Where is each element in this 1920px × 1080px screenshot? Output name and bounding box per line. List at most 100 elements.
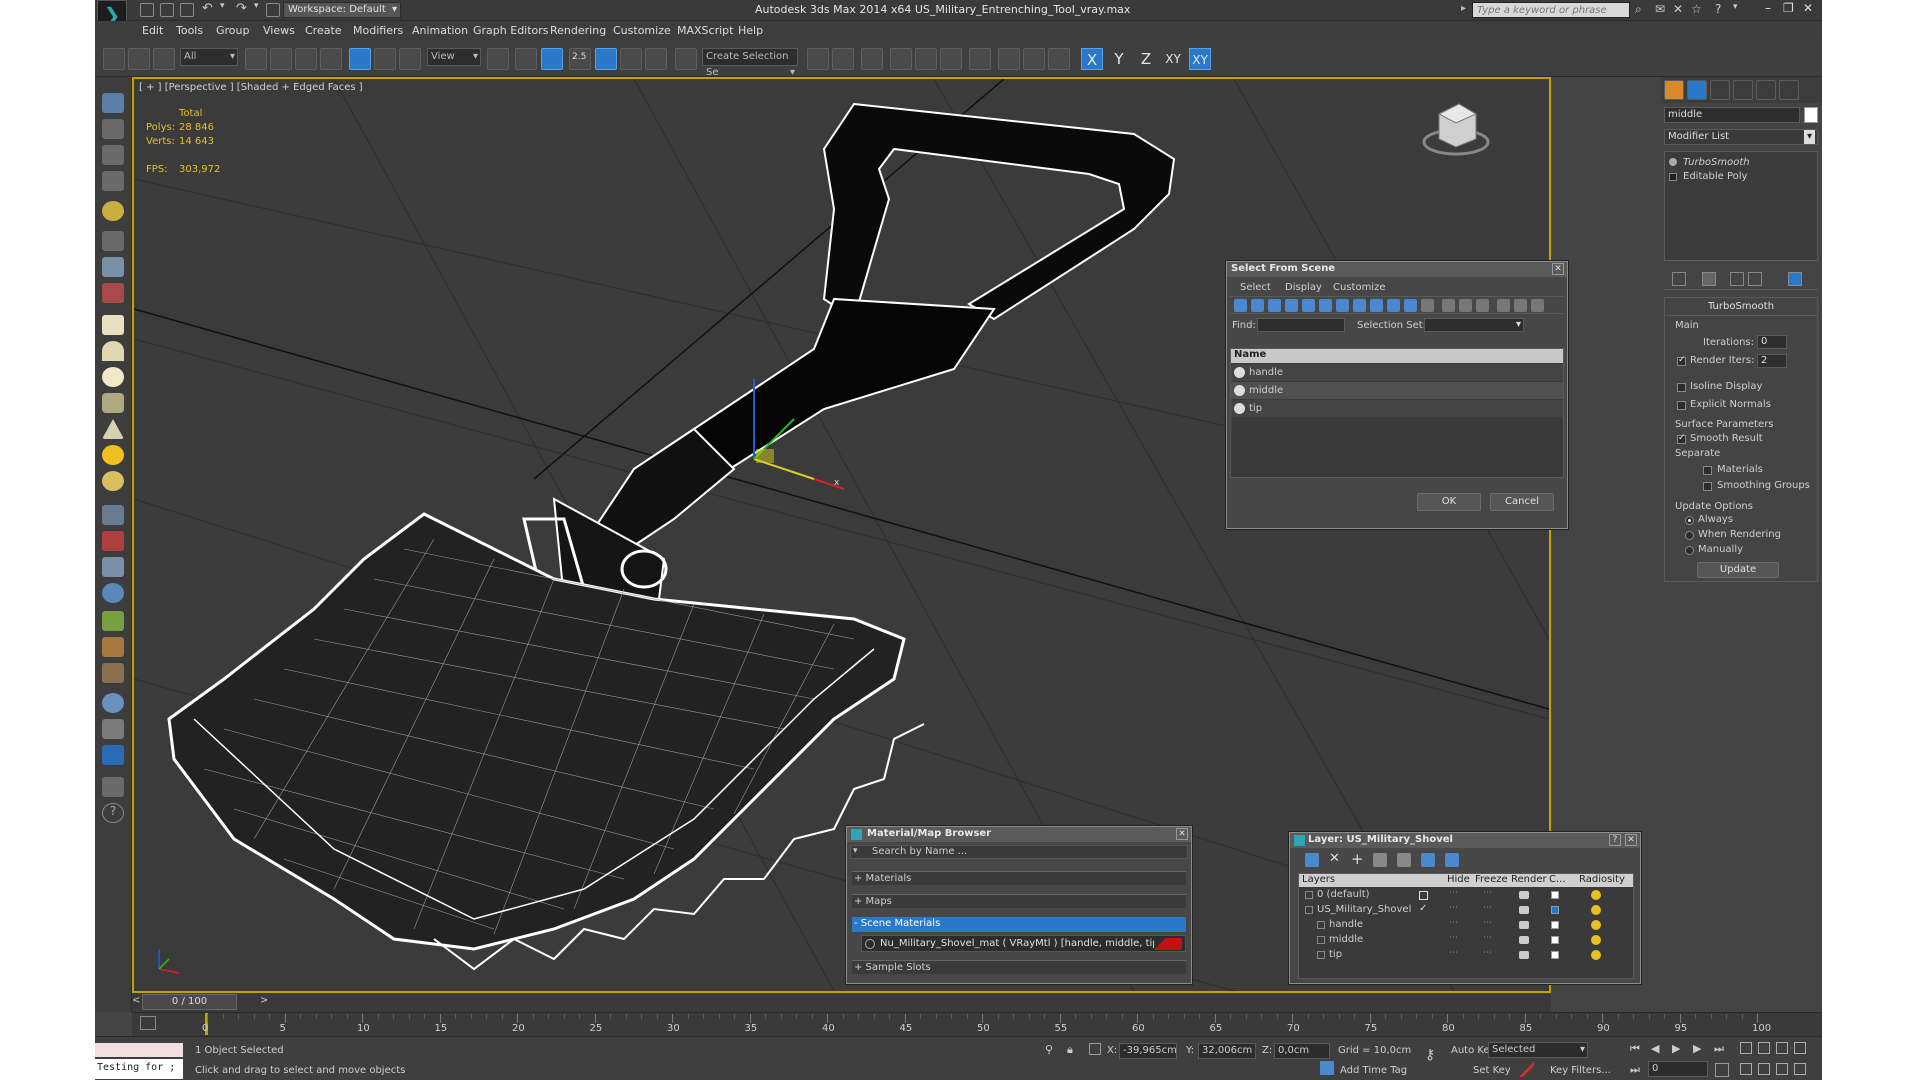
- spinner-snap-icon[interactable]: [645, 48, 667, 70]
- display-frozen-icon[interactable]: [1404, 299, 1417, 312]
- scene-explorer-icon[interactable]: [102, 119, 124, 139]
- render-teapot-icon[interactable]: [1519, 921, 1529, 929]
- help-dropdown-icon[interactable]: ▾: [1733, 2, 1738, 12]
- layer-color-swatch[interactable]: [1551, 921, 1559, 929]
- pin-stack-icon[interactable]: [1672, 272, 1686, 286]
- search-arrow-icon[interactable]: ▸: [1461, 3, 1466, 14]
- layer-row[interactable]: handle ⋯ ⋯: [1299, 918, 1633, 933]
- select-by-name-icon[interactable]: [270, 48, 292, 70]
- help-icon[interactable]: ?: [1609, 834, 1621, 846]
- close-icon[interactable]: ✕: [1176, 828, 1188, 840]
- time-slider-thumb[interactable]: 0 / 100: [142, 994, 237, 1010]
- axis-z-button[interactable]: Z: [1135, 48, 1157, 70]
- axis-xy-cycle-button[interactable]: XY: [1189, 48, 1211, 70]
- menu-maxscript[interactable]: MAXScript: [677, 24, 733, 37]
- time-tag-icon[interactable]: [1320, 1061, 1334, 1075]
- update-always-radio[interactable]: [1685, 516, 1694, 525]
- current-frame-field[interactable]: 0: [1648, 1061, 1708, 1077]
- help-search-input[interactable]: Type a keyword or phrase: [1472, 2, 1630, 18]
- display-groups-icon[interactable]: [1336, 299, 1349, 312]
- display-geometry-icon[interactable]: [1234, 299, 1247, 312]
- render-iters-checkbox[interactable]: [1677, 355, 1686, 366]
- layers-column-header[interactable]: Layers: [1302, 874, 1335, 885]
- menu-graph-editors[interactable]: Graph Editors: [473, 24, 549, 37]
- name-column-header[interactable]: Name: [1231, 349, 1563, 363]
- freeze-toggle-icon[interactable]: ⋯: [1483, 948, 1492, 958]
- display-helpers-icon[interactable]: [1302, 299, 1315, 312]
- time-configuration-icon[interactable]: [1715, 1063, 1729, 1077]
- select-object-icon[interactable]: [245, 48, 267, 70]
- display-all-icon[interactable]: [1442, 299, 1455, 312]
- display-spacewarps-icon[interactable]: [1319, 299, 1332, 312]
- layer-color-swatch[interactable]: [1551, 891, 1559, 899]
- viewport-layout-icon[interactable]: [102, 93, 124, 113]
- particle-icon[interactable]: [102, 505, 124, 525]
- mini-curve-editor-icon[interactable]: [140, 1016, 156, 1030]
- reference-coordinate-dropdown[interactable]: View ▾: [427, 48, 481, 66]
- globe-icon[interactable]: [102, 583, 124, 603]
- zoom-icon[interactable]: [1740, 1042, 1752, 1054]
- hierarchy-tab-icon[interactable]: [1710, 80, 1730, 100]
- add-time-tag-button[interactable]: Add Time Tag: [1340, 1065, 1407, 1076]
- z-coord-field[interactable]: 0,0cm: [1274, 1043, 1330, 1059]
- layer-row[interactable]: middle ⋯ ⋯: [1299, 933, 1633, 948]
- rectangular-selection-icon[interactable]: [295, 48, 317, 70]
- render-teapot-icon[interactable]: [1519, 951, 1529, 959]
- sample-slots-group[interactable]: + Sample Slots: [852, 960, 1186, 974]
- help-icon[interactable]: ?: [1715, 2, 1721, 16]
- next-frame-icon[interactable]: ▶: [1693, 1042, 1701, 1055]
- maximize-viewport-icon[interactable]: [1794, 1063, 1806, 1075]
- update-button[interactable]: Update: [1697, 562, 1779, 578]
- isoline-display-checkbox[interactable]: [1677, 383, 1686, 392]
- render-iters-spinner[interactable]: 2: [1757, 354, 1787, 368]
- time-slider[interactable]: < 0 / 100 >: [132, 993, 1551, 1012]
- close-icon[interactable]: ✕: [1625, 834, 1637, 846]
- motion-tab-icon[interactable]: [1733, 80, 1753, 100]
- radiosity-bulb-icon[interactable]: [1591, 905, 1601, 915]
- play-icon[interactable]: ▶: [1672, 1042, 1680, 1055]
- select-dialog-title[interactable]: Select From Scene: [1227, 262, 1567, 277]
- hide-toggle-icon[interactable]: ⋯: [1449, 918, 1458, 928]
- scene-material-item[interactable]: Nu_Military_Shovel_mat ( VRayMtl ) [hand…: [861, 935, 1186, 952]
- favorites-star-icon[interactable]: ☆: [1691, 2, 1702, 16]
- display-none-icon[interactable]: [1459, 299, 1472, 312]
- scene-materials-group[interactable]: - Scene Materials: [852, 917, 1186, 932]
- menu-animation[interactable]: Animation: [412, 24, 468, 37]
- material-editor-icon[interactable]: [969, 48, 991, 70]
- maps-group[interactable]: + Maps: [852, 894, 1186, 908]
- freeze-column-header[interactable]: Freeze: [1475, 874, 1508, 885]
- update-when-rendering-radio[interactable]: [1685, 531, 1694, 540]
- select-and-rotate-icon[interactable]: [374, 48, 396, 70]
- go-to-start-icon[interactable]: ⏮: [1630, 1042, 1640, 1056]
- set-key-icon[interactable]: [1520, 1063, 1534, 1077]
- snaps-toggle-icon[interactable]: 2.5: [569, 48, 591, 70]
- display-xrefs-icon[interactable]: [1353, 299, 1366, 312]
- separate-materials-checkbox[interactable]: [1703, 466, 1712, 475]
- radiosity-bulb-icon[interactable]: [1591, 890, 1601, 900]
- angle-snap-icon[interactable]: [595, 48, 617, 70]
- go-to-end-icon[interactable]: ⏭: [1714, 1042, 1724, 1056]
- render-teapot-icon[interactable]: [1519, 906, 1529, 914]
- render-teapot-icon[interactable]: [1519, 891, 1529, 899]
- hair-icon[interactable]: [102, 663, 124, 683]
- radiosity-bulb-icon[interactable]: [1591, 935, 1601, 945]
- layer-color-swatch[interactable]: [1551, 951, 1559, 959]
- hide-toggle-icon[interactable]: ⋯: [1449, 903, 1458, 913]
- hide-toggle-icon[interactable]: ⋯: [1449, 888, 1458, 898]
- smoothing-groups-checkbox[interactable]: [1703, 482, 1712, 491]
- hemisphere-primitive-icon[interactable]: [102, 341, 124, 361]
- absolute-mode-icon[interactable]: [1089, 1043, 1101, 1055]
- maximize-icon[interactable]: ❐: [1783, 1, 1794, 15]
- cone-primitive-icon[interactable]: [102, 419, 124, 439]
- new-file-icon[interactable]: [140, 3, 154, 17]
- freeze-toggle-icon[interactable]: ⋯: [1483, 918, 1492, 928]
- keyboard-shortcut-override-icon[interactable]: [541, 48, 563, 70]
- selection-set-dropdown[interactable]: ▾: [1424, 318, 1524, 332]
- layer-row[interactable]: 0 (default) ⋯ ⋯: [1299, 888, 1633, 903]
- pan-view-icon[interactable]: [1758, 1063, 1770, 1075]
- display-hidden-icon[interactable]: [1421, 299, 1434, 312]
- display-bones-icon[interactable]: [1370, 299, 1383, 312]
- menu-tools[interactable]: Tools: [176, 24, 203, 37]
- percent-snap-icon[interactable]: [620, 48, 642, 70]
- key-icon[interactable]: ⚷: [1425, 1047, 1435, 1063]
